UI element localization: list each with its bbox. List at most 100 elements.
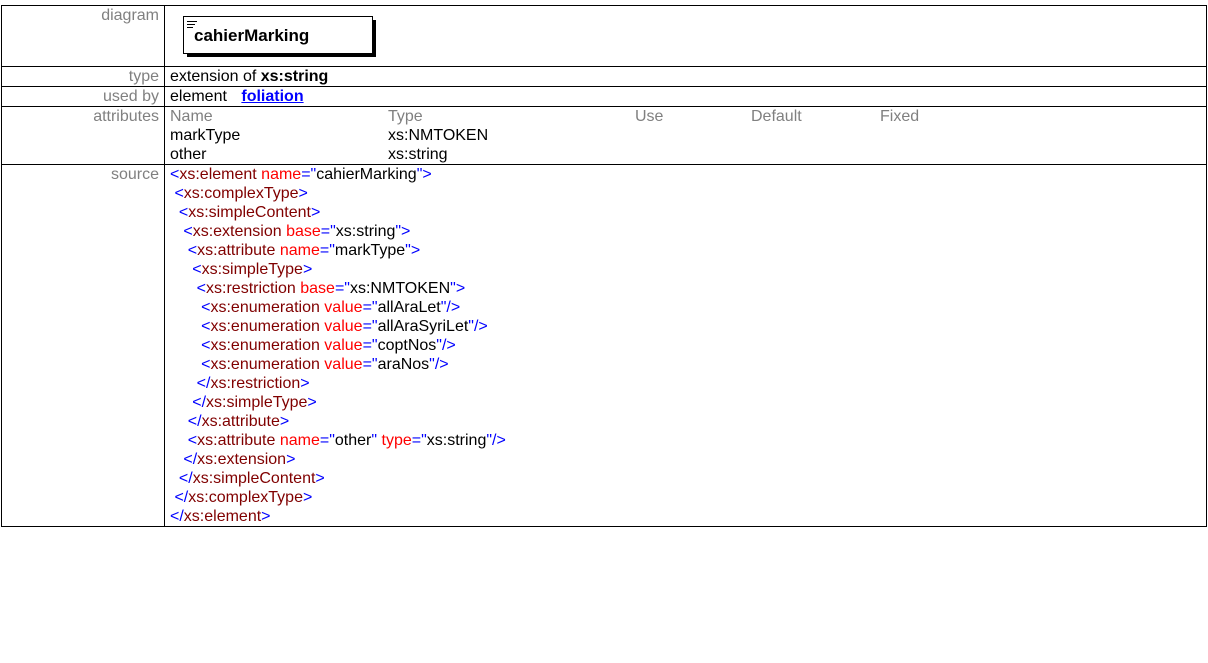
source-token: "/> [486,432,506,449]
source-token: =" [320,223,336,240]
used-by-row: used by element foliation [1,86,1207,107]
source-line: </xs:complexType> [170,488,1206,507]
header-fixed: Fixed [880,108,920,125]
source-token: other [334,432,372,449]
source-token: cahierMarking [316,166,417,183]
source-token: type [377,432,412,449]
source-token: base [295,280,335,297]
source-token: xs:simpleContent [192,470,316,487]
source-token: allAraSyriLet [377,318,469,335]
source-line: </xs:extension> [170,450,1206,469]
type-cell: extension of xs:string [164,66,1207,87]
source-token: "> [405,242,421,259]
source-token: "> [395,223,411,240]
source-token: value [319,318,363,335]
attr-default [751,126,880,145]
attr-type: xs:NMTOKEN [388,127,489,144]
source-line: <xs:attribute name="other" type="xs:stri… [170,431,1206,450]
table-row: other xs:string [170,145,1000,164]
source-line: </xs:element> [170,507,1206,526]
source-token: > [315,470,325,487]
attr-default [751,145,880,164]
source-token: xs:NMTOKEN [349,280,451,297]
foliation-link[interactable]: foliation [241,88,303,105]
source-token: "/> [468,318,488,335]
source-line: <xs:simpleContent> [170,203,1206,222]
source-token: > [261,508,271,525]
source-token: base [281,223,321,240]
element-name: cahierMarking [194,26,310,45]
used-by-kind: element [170,88,227,105]
type-prefix: extension of [170,68,261,85]
source-line: <xs:enumeration value="allAraLet"/> [170,298,1206,317]
source-token: </ [174,489,189,506]
source-token: name [275,242,320,259]
source-token: < [174,185,184,202]
source-token: "/> [429,356,449,373]
attr-fixed [880,145,1000,164]
source-token: value [319,356,363,373]
header-use: Use [635,108,664,125]
source-token: xs:attribute [197,242,276,259]
header-name: Name [170,108,213,125]
used-by-cell: element foliation [164,86,1207,107]
source-token: </ [196,375,211,392]
source-code: <xs:element name="cahierMarking"> <xs:co… [164,164,1207,527]
source-token: =" [319,432,335,449]
attr-name: other [170,146,207,163]
source-line: </xs:simpleType> [170,393,1206,412]
source-token: xs:simpleType [201,261,303,278]
type-base: xs:string [260,68,329,85]
source-token: </ [187,413,202,430]
source-token: =" [319,242,335,259]
source-token: > [302,489,313,506]
source-token: "> [416,166,432,183]
source-token: < [178,204,189,221]
source-token: </ [183,451,198,468]
source-token: value [319,299,363,316]
attr-name: markType [170,127,241,144]
source-token: xs:string [426,432,487,449]
element-diagram-box: cahierMarking [183,16,376,57]
source-token: xs:restriction [210,375,301,392]
source-token: </ [192,394,207,411]
source-line: <xs:attribute name="markType"> [170,241,1206,260]
source-token: < [187,432,198,449]
source-token: =" [362,299,378,316]
attr-use [635,145,751,164]
source-token: =" [334,280,350,297]
source-line: <xs:element name="cahierMarking"> [170,165,1206,184]
attributes-header-row: Name Type Use Default Fixed [170,107,1000,126]
source-line: </xs:attribute> [170,412,1206,431]
attr-fixed [880,126,1000,145]
source-token: xs:extension [197,451,287,468]
source-token: "/> [440,299,461,316]
source-line: <xs:simpleType> [170,260,1206,279]
source-line: </xs:simpleContent> [170,469,1206,488]
schema-doc-table: diagram cahierMarking type extension of … [1,5,1207,527]
source-token: xs:restriction [206,280,296,297]
source-token: =" [362,337,378,354]
source-token: markType [334,242,406,259]
source-token: xs:simpleContent [188,204,311,221]
header-default: Default [751,108,802,125]
source-token: xs:enumeration [210,318,320,335]
source-token: name [256,166,302,183]
source-token: > [286,451,296,468]
source-token: name [275,432,320,449]
row-label: attributes [1,106,165,165]
row-label: type [1,66,165,87]
source-token: < [196,280,207,297]
attr-use [635,126,751,145]
source-token: < [170,166,180,183]
source-token: xs:enumeration [210,356,320,373]
source-token: =" [411,432,427,449]
header-type: Type [388,108,423,125]
source-token: "> [450,280,466,297]
source-token: xs:simpleType [206,394,308,411]
source-token: xs:complexType [183,185,299,202]
source-token: xs:element [183,508,262,525]
source-line: </xs:restriction> [170,374,1206,393]
source-token: </ [170,508,184,525]
source-token: =" [362,356,378,373]
